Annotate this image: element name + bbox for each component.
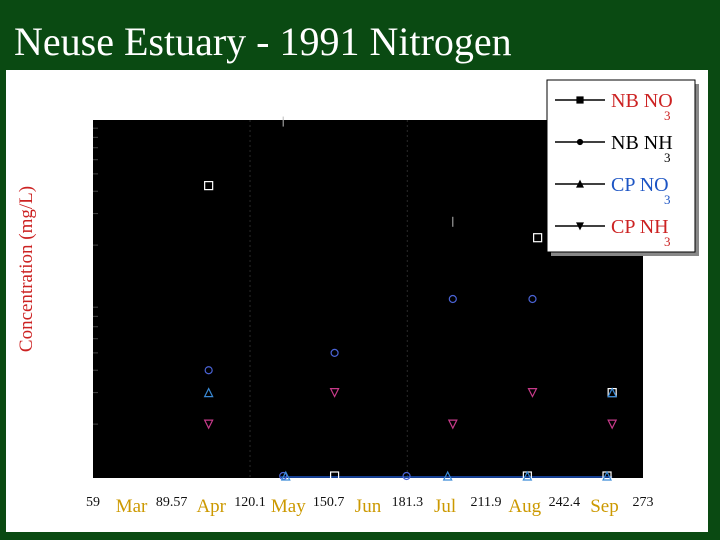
x-tick-label: 273 [633, 495, 654, 510]
x-tick-label: 89.57 [156, 495, 188, 510]
x-tick-label: 211.9 [470, 495, 501, 510]
x-tick-label: 150.7 [313, 495, 345, 510]
month-label: Jul [434, 496, 456, 517]
legend-label-subscript: 3 [664, 150, 671, 165]
legend-label-subscript: 3 [664, 108, 671, 123]
x-tick-label: 120.1 [234, 495, 266, 510]
legend-label: CP NH [611, 216, 669, 238]
legend-label-subscript: 3 [664, 234, 671, 249]
month-label: Sep [590, 496, 619, 517]
legend-label-subscript: 3 [664, 192, 671, 207]
x-tick-label: 181.3 [392, 495, 424, 510]
chart-svg: 0.01 0.1 1 59 89.57 120.1 150.7 181.3 211.9 242.4… [16, 79, 699, 517]
x-tick-label: 59 [86, 495, 100, 510]
slide-title: Neuse Estuary - 1991 Nitrogen [14, 19, 512, 64]
month-label: Jun [355, 496, 382, 517]
month-label: Aug [508, 496, 541, 517]
y-tick-label: 0.01 [50, 468, 85, 490]
legend: NB NO3NB NH3CP NO3CP NH3 [546, 79, 699, 256]
y-tick-label: 1 [75, 110, 85, 132]
legend-marker [576, 138, 584, 146]
legend-label: CP NO [611, 174, 669, 196]
month-label: May [271, 496, 306, 517]
legend-marker [576, 96, 584, 104]
x-tick-label: 242.4 [549, 495, 581, 510]
y-axis-label: Concentration (mg/L) [16, 186, 37, 352]
month-label: Apr [196, 496, 226, 517]
y-tick-label: 0.1 [60, 289, 85, 311]
month-label: Mar [116, 496, 148, 517]
chart-panel: 0.01 0.1 1 59 89.57 120.1 150.7 181.3 211.9 242.4… [6, 70, 708, 532]
